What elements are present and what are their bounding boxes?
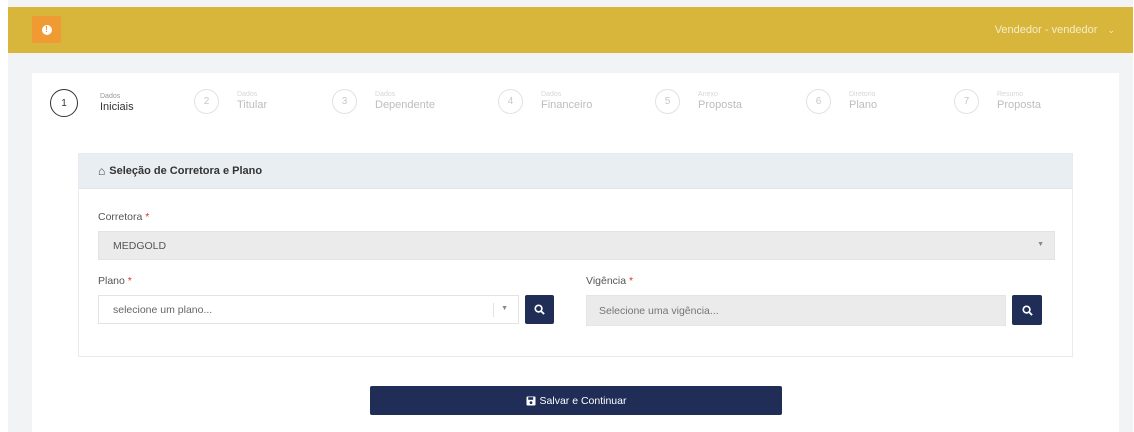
plano-label: Plano * [98,275,132,287]
vigencia-input[interactable] [586,295,1006,326]
step-4[interactable]: 4 Dados Financeiro [498,89,592,114]
chevron-down-icon: ⌄ [1107,24,1115,35]
panel-title: Seleção de Corretora e Plano [109,165,263,177]
step-number: 4 [498,89,523,114]
caret-down-icon: ▼ [501,305,508,312]
step-number: 3 [332,89,357,114]
corretora-label: Corretora * [98,211,150,223]
select-divider [493,303,494,317]
step-number: 5 [655,89,680,114]
step-title: Proposta [997,99,1042,112]
step-number: 6 [806,89,831,114]
step-1[interactable]: 1 Dados Iniciais [50,89,134,117]
step-caption: Dados [541,91,562,99]
step-caption: Dados [100,92,121,100]
step-2[interactable]: 2 Dados Titular [194,89,267,114]
plano-search-button[interactable] [525,295,554,324]
corretora-select[interactable]: MEDGOLD ▼ [98,231,1055,260]
save-continue-label: Salvar e Continuar [539,394,627,407]
vigencia-search-button[interactable] [1012,295,1042,325]
step-caption: Dados [237,91,258,99]
floppy-disk-icon [526,396,536,405]
panel-header: ⌂ Seleção de Corretora e Plano [79,154,1072,189]
step-6[interactable]: 6 Diretorio Plano [806,89,877,114]
step-number: 2 [194,89,219,114]
plano-value: selecione um plano... [113,303,213,316]
step-title: Dependente [375,99,435,112]
alert-button[interactable]: ! [32,16,61,43]
step-title: Proposta [698,99,743,112]
step-title: Financeiro [541,99,593,112]
search-icon [1021,304,1033,316]
home-icon: ⌂ [98,164,106,178]
vigencia-label: Vigência * [586,275,634,287]
user-label: Vendedor - vendedor [994,24,1098,36]
main-card: 1 Dados Iniciais 2 Dados Titular 3 Dados De… [32,73,1119,432]
save-continue-button[interactable]: Salvar e Continuar [370,386,782,415]
step-number: 1 [50,89,78,117]
info-icon: ! [41,24,52,35]
step-caption: Resumo [997,91,1024,99]
step-5[interactable]: 5 Anexo Proposta [655,89,742,114]
top-bar: ! Vendedor - vendedor ⌄ [8,7,1133,53]
corretora-plano-panel: ⌂ Seleção de Corretora e Plano Corretora… [78,153,1073,357]
step-7[interactable]: 7 Resumo Proposta [954,89,1041,114]
step-3[interactable]: 3 Dados Dependente [332,89,435,114]
search-icon [534,304,545,315]
caret-down-icon: ▼ [1037,241,1044,248]
step-title: Titular [237,99,268,112]
step-title: Iniciais [100,100,134,113]
step-number: 7 [954,89,979,114]
step-title: Plano [849,99,878,112]
step-caption: Anexo [698,91,718,99]
corretora-value: MEDGOLD [113,239,167,252]
step-caption: Dados [375,91,396,99]
plano-select[interactable]: selecione um plano... ▼ [98,295,519,324]
step-caption: Diretorio [849,91,876,99]
stepper: 1 Dados Iniciais 2 Dados Titular 3 Dados De… [32,73,1119,143]
user-menu[interactable]: Vendedor - vendedor ⌄ [995,24,1115,36]
